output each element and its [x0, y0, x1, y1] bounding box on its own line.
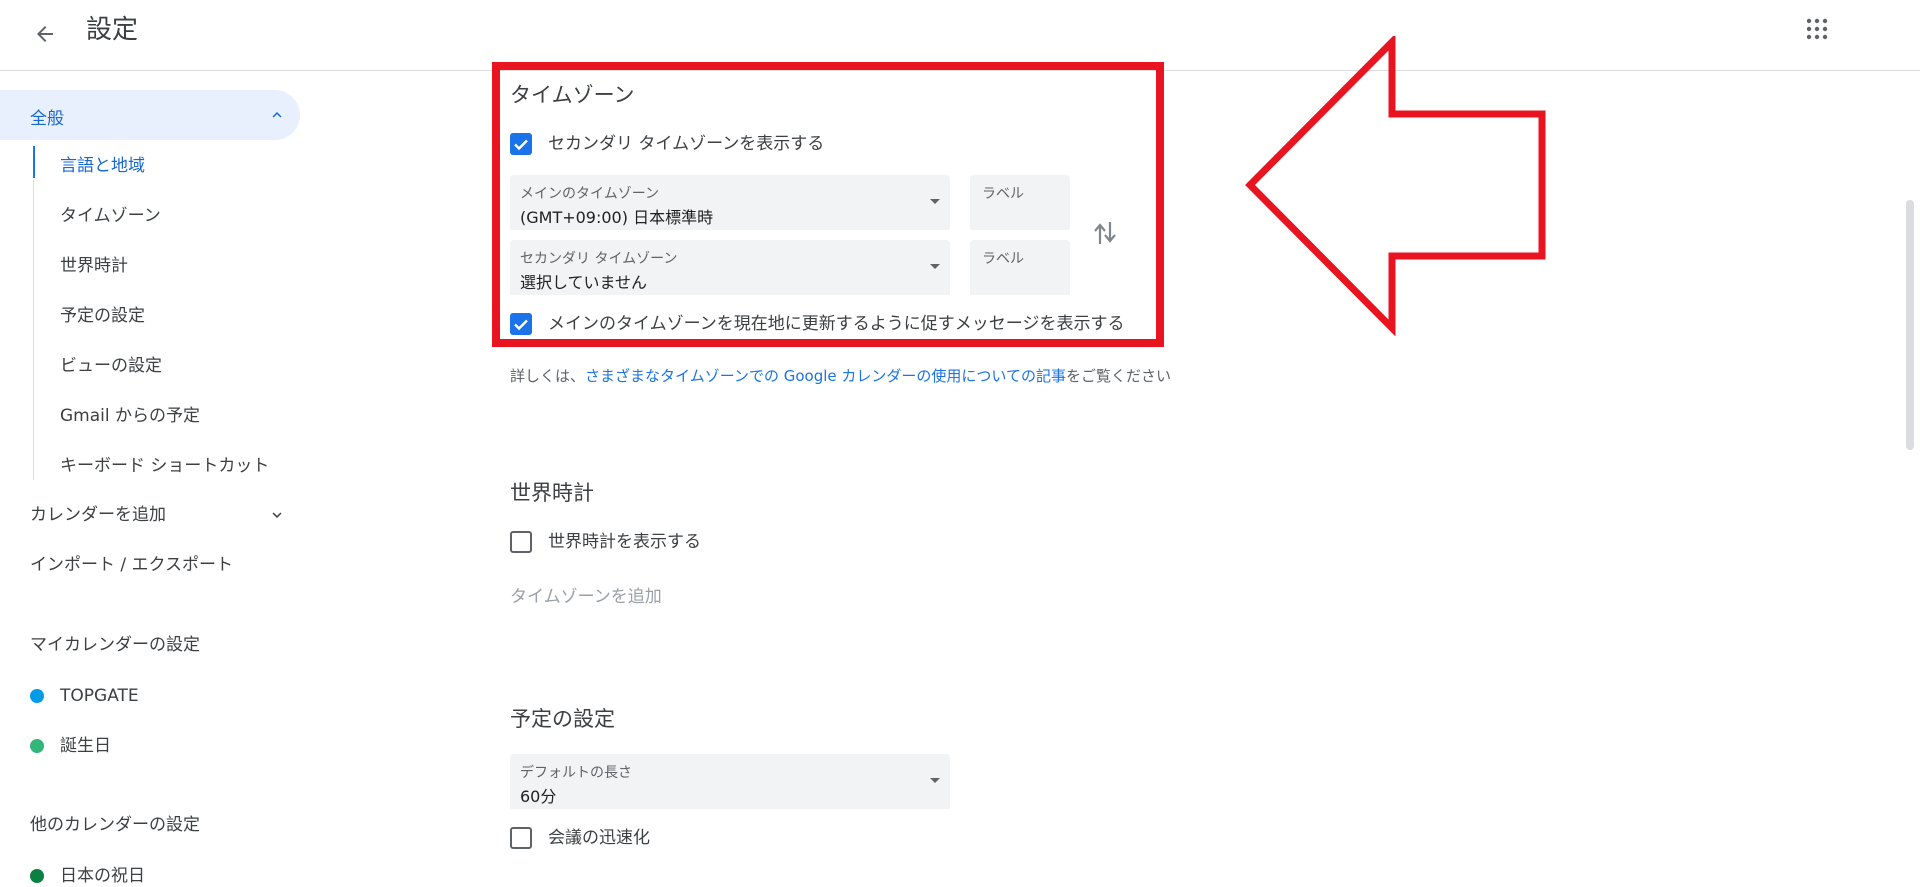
sub-nav-divider — [33, 180, 34, 480]
default-duration-value: 60分 — [520, 787, 557, 806]
dropdown-arrow-icon — [930, 778, 940, 783]
calendar-color-dot — [30, 689, 44, 703]
timezone-help-text: 詳しくは、さまざまなタイムゾーンでの Google カレンダーの使用についての記… — [510, 365, 1171, 386]
world-clock-section-title: 世界時計 — [510, 481, 594, 505]
left-arrow-annotation — [1245, 36, 1546, 336]
other-calendars-heading: 他のカレンダーの設定 — [30, 815, 200, 835]
sidebar-item-timezone[interactable]: タイムゾーン — [60, 205, 161, 227]
help-text-prefix: 詳しくは、 — [510, 367, 586, 385]
calendar-color-dot — [30, 869, 44, 883]
chevron-down-icon[interactable] — [268, 506, 286, 524]
sidebar-item-event-settings[interactable]: 予定の設定 — [60, 305, 145, 327]
back-button[interactable] — [26, 15, 64, 53]
sidebar-item-calendar-japan-holidays[interactable]: 日本の祝日 — [60, 865, 145, 887]
sidebar-item-view-settings[interactable]: ビューの設定 — [60, 355, 162, 377]
sidebar-item-world-clock[interactable]: 世界時計 — [60, 255, 128, 277]
scrollbar-thumb[interactable] — [1906, 200, 1914, 450]
speedy-meetings-label: 会議の迅速化 — [548, 828, 650, 848]
event-settings-section-title: 予定の設定 — [510, 707, 615, 731]
page-title: 設定 — [86, 15, 139, 45]
calendar-color-dot — [30, 739, 44, 753]
chevron-up-icon[interactable] — [268, 106, 286, 124]
sidebar-item-add-calendar[interactable]: カレンダーを追加 — [30, 504, 290, 526]
add-timezone-button[interactable]: タイムゾーンを追加 — [510, 582, 662, 607]
arrow-left-icon — [37, 26, 53, 42]
sidebar-item-keyboard-shortcuts[interactable]: キーボード ショートカット — [60, 455, 269, 477]
google-apps-button[interactable] — [1800, 12, 1834, 46]
sidebar-item-calendar-birthdays[interactable]: 誕生日 — [60, 735, 111, 757]
my-calendars-heading: マイカレンダーの設定 — [30, 635, 200, 655]
sidebar-item-calendar-topgate[interactable]: TOPGATE — [60, 685, 139, 707]
default-duration-select[interactable]: デフォルトの長さ 60分 — [510, 754, 950, 809]
top-app-bar: 設定 — [0, 0, 1920, 71]
sidebar-item-gmail-events[interactable]: Gmail からの予定 — [60, 405, 200, 427]
help-text-suffix: をご覧ください — [1065, 367, 1171, 385]
show-world-clock-checkbox[interactable] — [510, 531, 532, 553]
show-world-clock-label: 世界時計を表示する — [548, 532, 701, 552]
default-duration-label: デフォルトの長さ — [520, 765, 632, 781]
help-article-link[interactable]: さまざまなタイムゾーンでの Google カレンダーの使用についての記事 — [585, 367, 1066, 385]
speedy-meetings-checkbox[interactable] — [510, 827, 532, 849]
sidebar-item-language-region[interactable]: 言語と地域 — [60, 155, 145, 177]
highlight-box-annotation — [492, 62, 1164, 347]
sidebar-item-import-export[interactable]: インポート / エクスポート — [30, 554, 233, 576]
sidebar-item-general[interactable]: 全般 — [0, 90, 300, 140]
active-indicator — [33, 146, 35, 178]
sidebar-item-label: 全般 — [30, 109, 64, 129]
sidebar-item-label: カレンダーを追加 — [30, 505, 166, 525]
grid-icon — [1806, 18, 1828, 40]
